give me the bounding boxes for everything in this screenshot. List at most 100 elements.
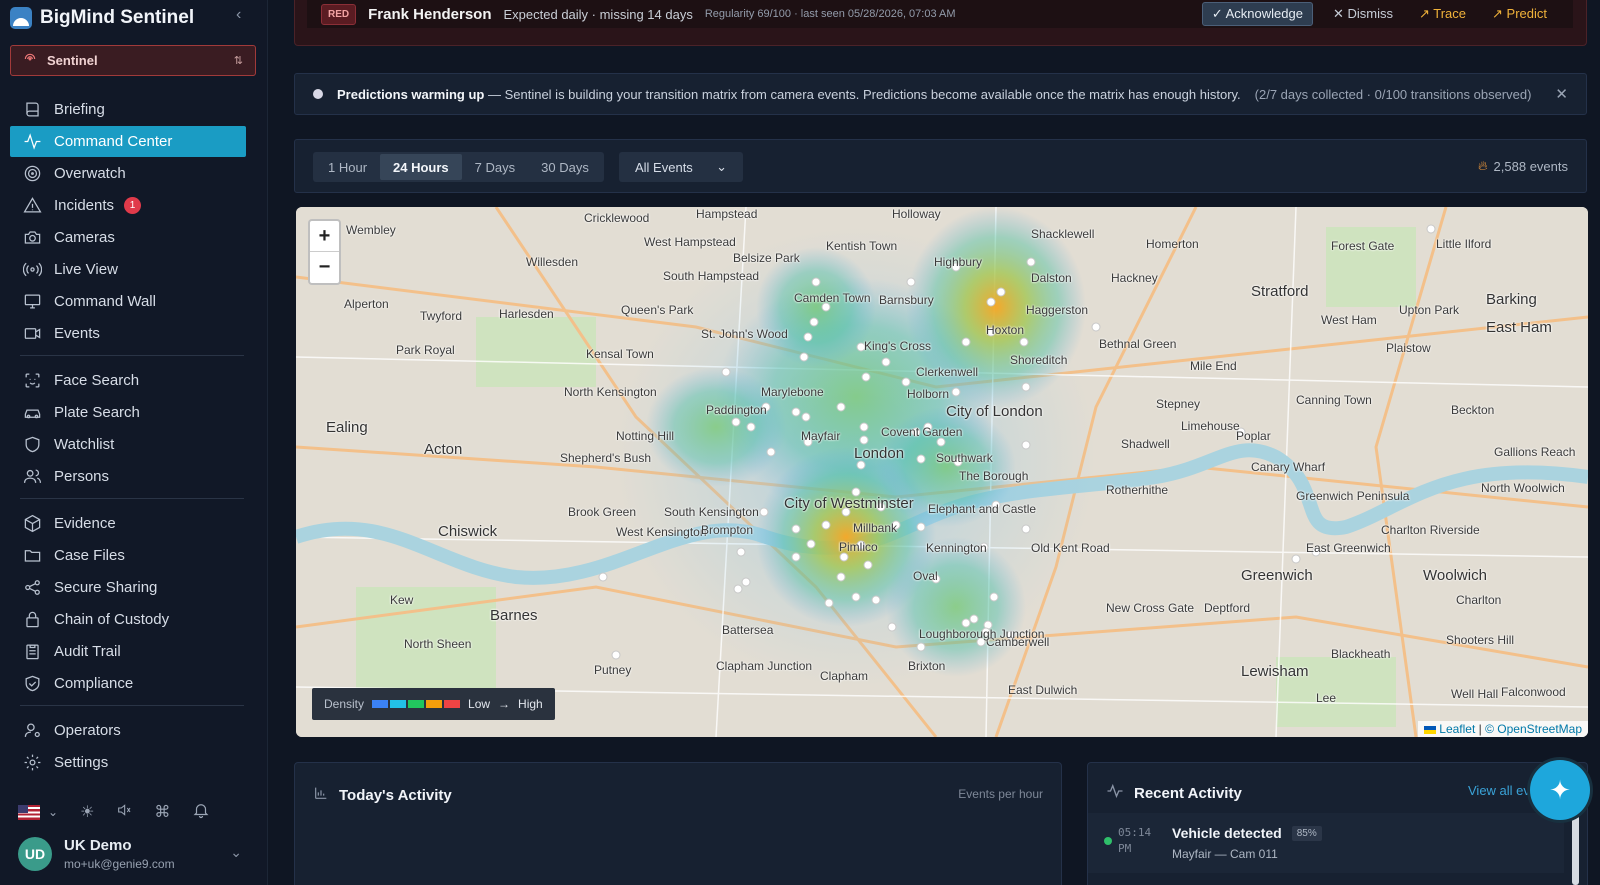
sidebar-item-events[interactable]: Events	[10, 318, 256, 349]
scrollbar[interactable]	[1572, 815, 1579, 885]
ai-assistant-button[interactable]: ✦	[1530, 760, 1590, 820]
legend-label: Density	[324, 697, 365, 711]
radar-icon	[22, 164, 42, 184]
predict-button[interactable]: ↗ Predict	[1486, 3, 1553, 25]
map-label: Queen's Park	[621, 303, 694, 317]
sidebar-item-overwatch[interactable]: Overwatch	[10, 158, 256, 189]
clipboard-icon	[22, 642, 42, 662]
sidebar-item-label: Compliance	[54, 675, 134, 692]
map-label: Southwark	[936, 451, 993, 465]
range-button-1-hour[interactable]: 1 Hour	[315, 154, 380, 180]
map-label: Stratford	[1251, 283, 1309, 300]
map-label: Pimlico	[839, 540, 878, 554]
map-label: Dalston	[1031, 271, 1072, 285]
range-button-24-hours[interactable]: 24 Hours	[380, 154, 462, 180]
sidebar-item-cameras[interactable]: Cameras	[10, 222, 256, 253]
sidebar-item-persons[interactable]: Persons	[10, 461, 256, 492]
map-label: Clapham Junction	[716, 659, 813, 673]
map-tiles[interactable]	[296, 207, 1588, 737]
sidebar-item-label: Briefing	[54, 101, 105, 118]
sidebar-item-settings[interactable]: Settings	[10, 747, 256, 778]
map-label: South Kensington	[664, 505, 759, 519]
sidebar-item-chain-of-custody[interactable]: Chain of Custody	[10, 604, 256, 635]
range-button-7-days[interactable]: 7 Days	[462, 154, 528, 180]
panel-subtitle: Events per hour	[958, 787, 1043, 801]
map-label: Greenwich	[1241, 567, 1313, 584]
map-label: North Sheen	[404, 637, 472, 651]
view-all-link[interactable]: View all ev	[1468, 783, 1530, 798]
mute-icon[interactable]	[116, 802, 132, 823]
map-label: Kennington	[926, 541, 987, 555]
sidebar-item-label: Incidents	[54, 197, 115, 214]
acknowledge-label: Acknowledge	[1225, 6, 1303, 21]
sidebar-item-face-search[interactable]: Face Search	[10, 365, 256, 396]
brand[interactable]: BigMind Sentinel	[10, 4, 194, 32]
theme-toggle-icon[interactable]: ☀	[80, 802, 94, 822]
sidebar-item-case-files[interactable]: Case Files	[10, 540, 256, 571]
range-button-30-days[interactable]: 30 Days	[528, 154, 602, 180]
event-filter-select[interactable]: All Events ⌄	[619, 152, 743, 182]
sidebar-item-watchlist[interactable]: Watchlist	[10, 429, 256, 460]
sidebar-item-command-center[interactable]: Command Center	[10, 126, 246, 157]
package-icon	[22, 514, 42, 534]
sidebar-item-label: Evidence	[54, 515, 116, 532]
camera-icon	[22, 228, 42, 248]
map-label: Falconwood	[1501, 685, 1566, 699]
alert-actions: ✓ Acknowledge ✕ Dismiss ↗ Trace ↗ Predic…	[1201, 2, 1553, 26]
monitor-icon	[22, 292, 42, 312]
sidebar-item-command-wall[interactable]: Command Wall	[10, 286, 256, 317]
language-selector[interactable]: ⌄	[18, 804, 58, 820]
nav-divider	[20, 705, 244, 706]
map-label: Forest Gate	[1331, 239, 1395, 253]
sidebar-item-incidents[interactable]: Incidents 1	[10, 190, 256, 221]
sidebar-item-briefing[interactable]: Briefing	[10, 94, 256, 125]
map-label: Barnes	[490, 607, 538, 624]
map-label: East Ham	[1486, 319, 1552, 336]
workspace-label: Sentinel	[47, 53, 98, 68]
sidebar-item-plate-search[interactable]: Plate Search	[10, 397, 256, 428]
sidebar-item-evidence[interactable]: Evidence	[10, 508, 256, 539]
osm-link[interactable]: © OpenStreetMap	[1485, 722, 1582, 736]
sidebar-item-label: Face Search	[54, 372, 140, 389]
legend-swatch	[444, 700, 461, 708]
status-dot	[1104, 837, 1112, 845]
collapse-sidebar-icon[interactable]: ‹	[236, 7, 250, 23]
acknowledge-button[interactable]: ✓ Acknowledge	[1201, 2, 1313, 26]
predict-label: Predict	[1506, 6, 1547, 21]
switch-arrows-icon: ⇅	[233, 55, 243, 67]
dismiss-label: Dismiss	[1347, 6, 1393, 21]
map-label: Charlton	[1456, 593, 1502, 607]
chevron-down-icon[interactable]: ⌄	[230, 844, 242, 861]
sidebar-tools: ⌄ ☀ ⌘	[18, 800, 258, 824]
user-menu[interactable]: UD UK Demo mo+uk@genie9.com ⌄	[18, 834, 258, 874]
trace-button[interactable]: ↗ Trace	[1413, 3, 1472, 25]
notice-title: Predictions warming up	[337, 86, 485, 102]
share-icon	[22, 578, 42, 598]
map-label: East Greenwich	[1306, 541, 1391, 555]
dismiss-button[interactable]: ✕ Dismiss	[1327, 3, 1399, 25]
map-attribution: Leaflet | © OpenStreetMap	[1417, 721, 1588, 737]
sidebar-item-label: Live View	[54, 261, 118, 278]
workspace-switcher[interactable]: Sentinel ⇅	[10, 45, 256, 76]
zoom-in-button[interactable]: +	[310, 221, 339, 252]
sidebar-item-label: Chain of Custody	[54, 611, 170, 628]
map-label: Cricklewood	[584, 211, 650, 225]
list-item[interactable]: 05:14 PM Vehicle detected 85% Mayfair — …	[1088, 813, 1564, 873]
sidebar-item-audit-trail[interactable]: Audit Trail	[10, 636, 256, 667]
gear-icon	[22, 753, 42, 773]
sidebar-item-live-view[interactable]: Live View	[10, 254, 256, 285]
zoom-out-button[interactable]: −	[310, 252, 339, 283]
sidebar-item-secure-sharing[interactable]: Secure Sharing	[10, 572, 256, 603]
command-key-icon[interactable]: ⌘	[154, 802, 170, 822]
close-icon[interactable]: ✕	[1555, 85, 1568, 103]
chevron-down-icon: ⌄	[716, 159, 727, 174]
bell-icon[interactable]	[192, 801, 210, 824]
leaflet-link[interactable]: Leaflet	[1439, 722, 1475, 736]
sidebar-item-compliance[interactable]: Compliance	[10, 668, 256, 699]
heatmap-map[interactable]: Cricklewood Hampstead Holloway Shacklewell W…	[296, 207, 1588, 737]
zoom-controls: + −	[308, 219, 341, 285]
sidebar-item-operators[interactable]: Operators	[10, 715, 256, 746]
map-label: Belsize Park	[733, 251, 800, 265]
map-label: Beckton	[1451, 403, 1495, 417]
legend-swatch	[390, 700, 407, 708]
